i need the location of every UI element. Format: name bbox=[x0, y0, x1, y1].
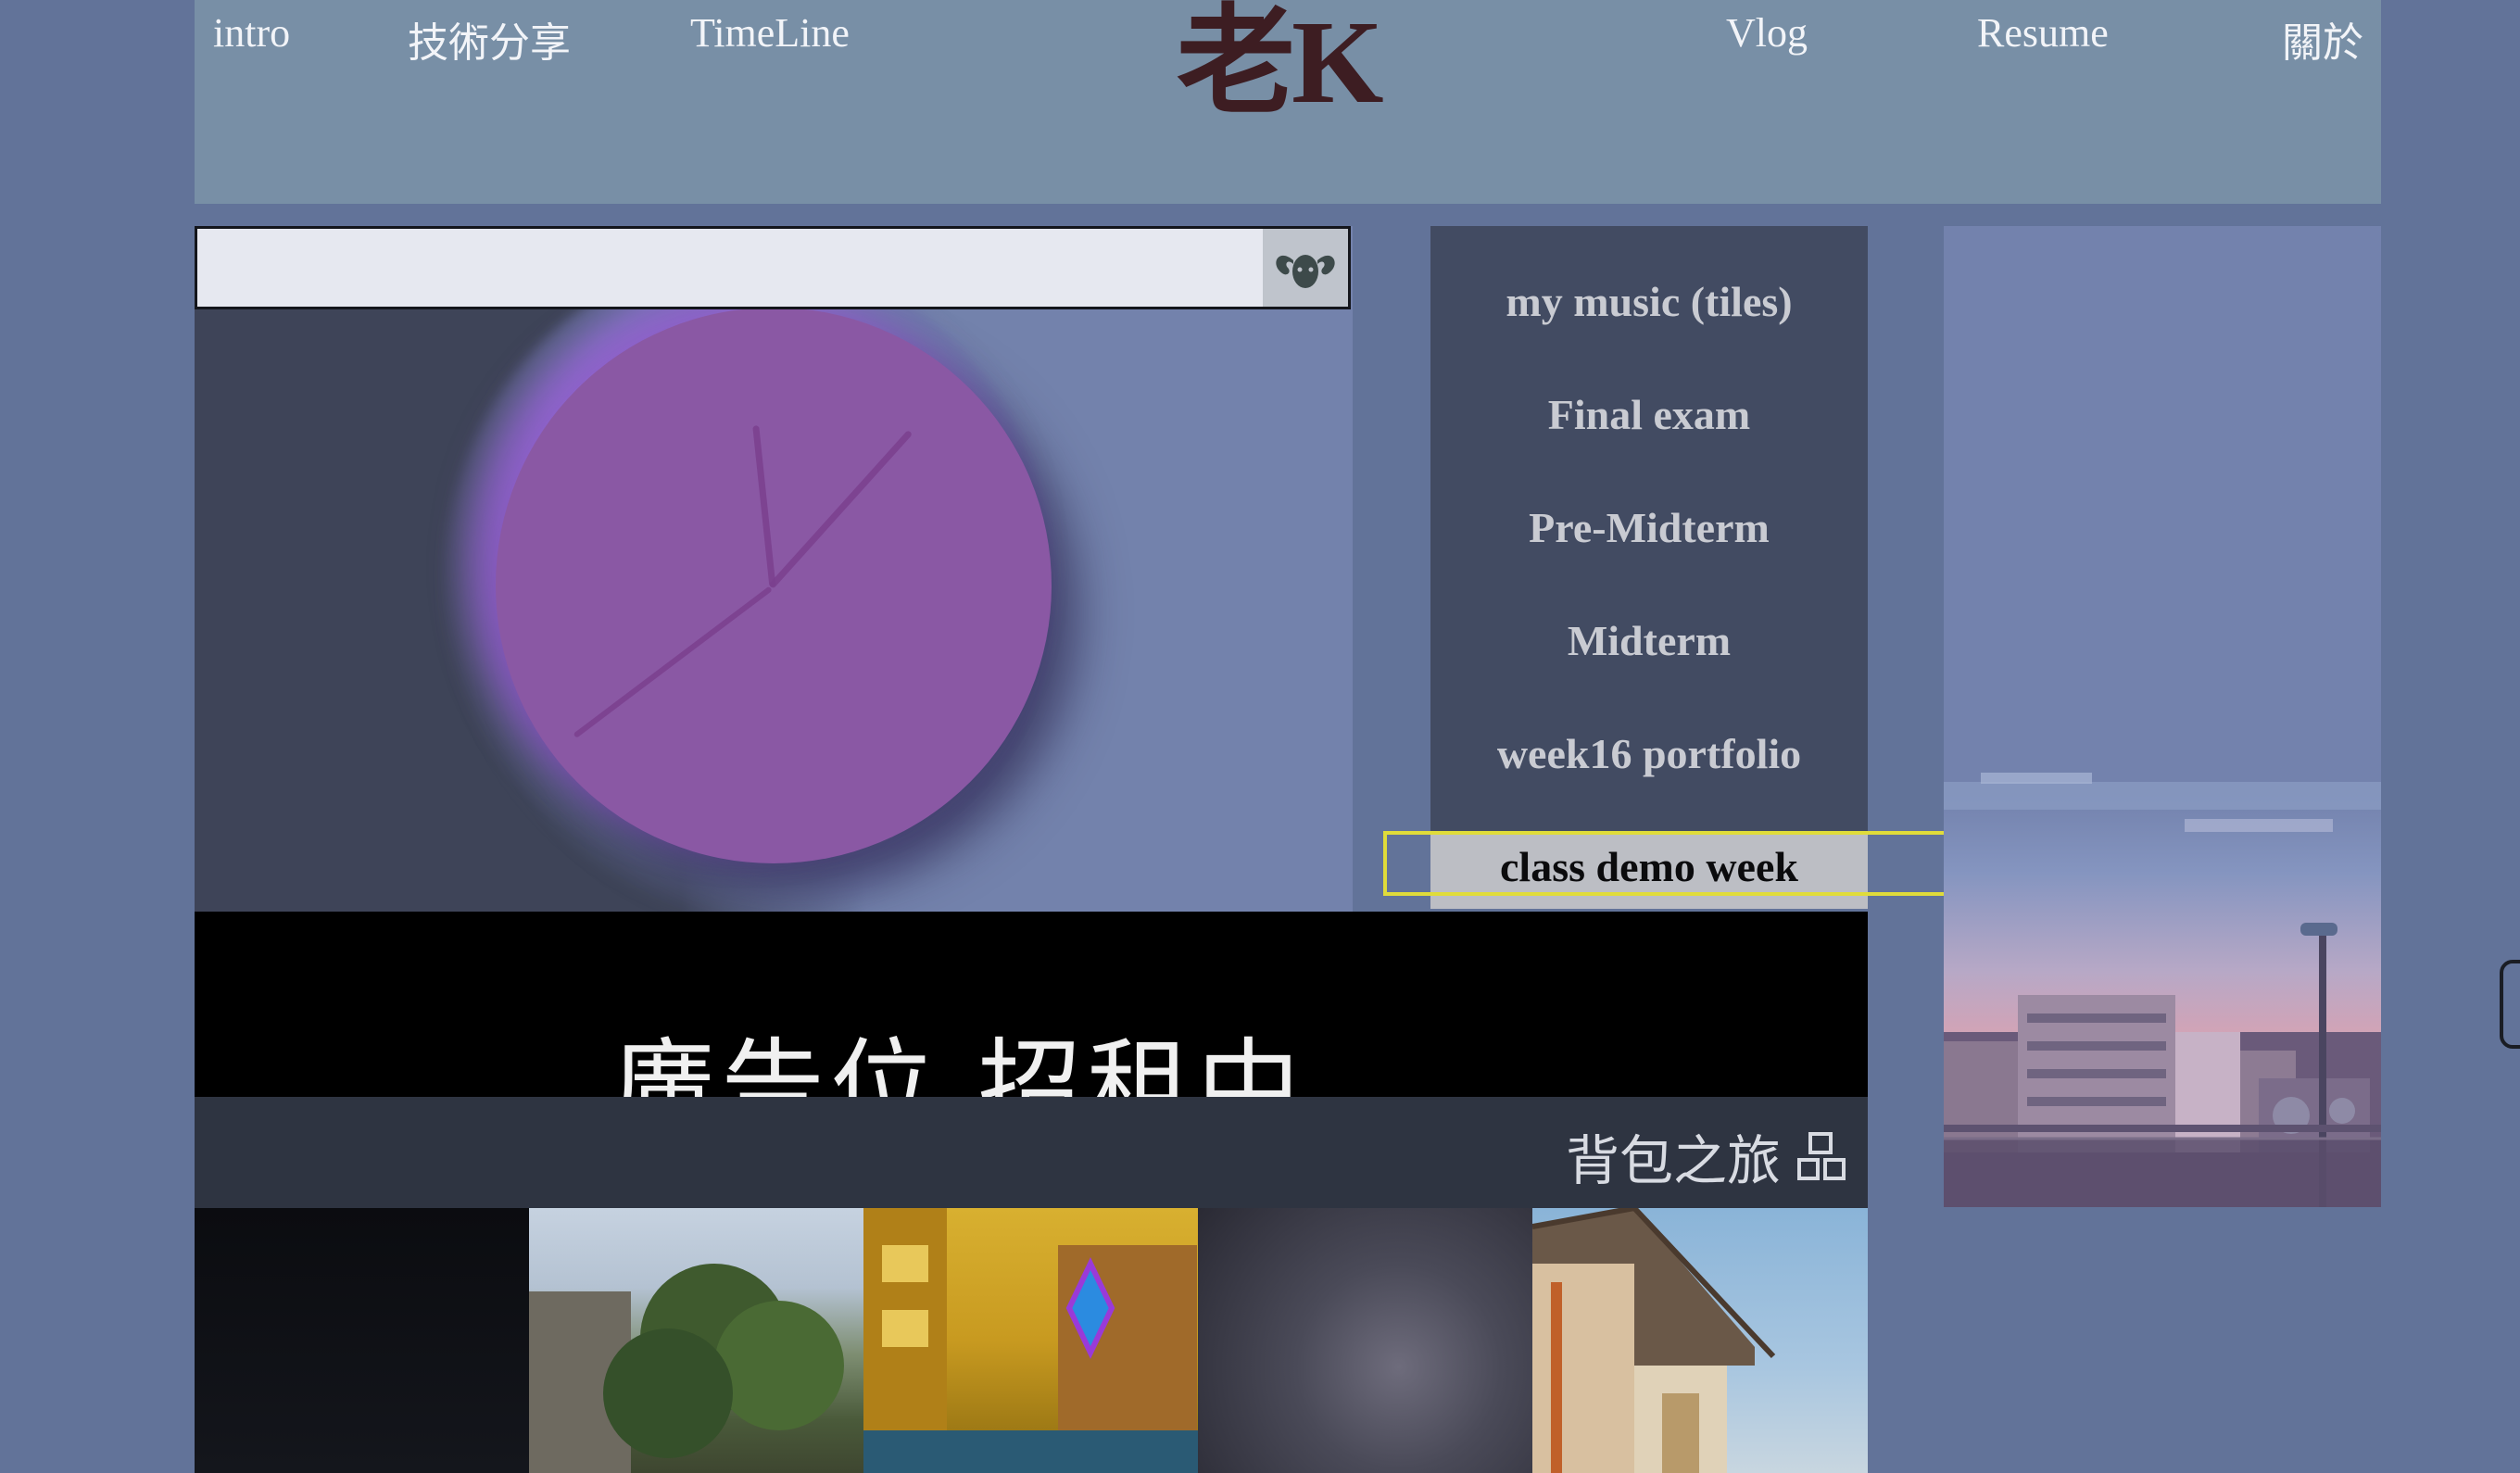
pixel-art-city-image bbox=[1944, 226, 2381, 1207]
search-button[interactable] bbox=[1263, 229, 1348, 307]
nav-vlog[interactable]: Vlog bbox=[1726, 9, 1808, 57]
menu-item-final-exam[interactable]: Final exam bbox=[1430, 390, 1868, 439]
side-menu: my music (tiles) Final exam Pre-Midterm … bbox=[1430, 226, 1868, 909]
backpack-section-header: 背包之旅 bbox=[195, 1097, 1868, 1208]
site-header: intro 技術分享 TimeLine 老K Vlog Resume 關於 bbox=[195, 0, 2381, 204]
travel-photo-blur[interactable] bbox=[1198, 1208, 1532, 1473]
site-logo[interactable]: 老K bbox=[1177, 0, 1384, 136]
nav-intro[interactable]: intro bbox=[213, 9, 290, 57]
menu-item-my-music[interactable]: my music (tiles) bbox=[1430, 277, 1868, 326]
tree-illustration bbox=[529, 1264, 844, 1473]
travel-photo-neon[interactable] bbox=[863, 1208, 1198, 1473]
clock-panel bbox=[195, 226, 1353, 912]
ad-banner-text: 廣告位 招租中 bbox=[611, 1028, 1306, 1097]
nav-timeline[interactable]: TimeLine bbox=[690, 9, 850, 57]
city-illustration bbox=[1944, 773, 2381, 1207]
menu-item-midterm[interactable]: Midterm bbox=[1430, 616, 1868, 665]
ram-icon bbox=[1276, 255, 1335, 288]
nav-tech-share[interactable]: 技術分享 bbox=[408, 9, 571, 69]
nav-resume[interactable]: Resume bbox=[1977, 9, 2109, 57]
focus-outline bbox=[1383, 831, 1959, 896]
search-input[interactable] bbox=[195, 226, 1351, 309]
ad-banner[interactable]: 廣告位 招租中 bbox=[195, 912, 1868, 1097]
house-illustration bbox=[1532, 1208, 1776, 1473]
travel-photo-house[interactable] bbox=[1532, 1208, 1868, 1473]
travel-photo-tree[interactable] bbox=[529, 1208, 863, 1473]
neon-illustration bbox=[863, 1208, 1198, 1473]
backpack-title: 背包之旅 bbox=[1565, 1129, 1781, 1192]
menu-item-week16-portfolio[interactable]: week16 portfolio bbox=[1430, 729, 1868, 778]
travel-photo-night[interactable] bbox=[195, 1208, 529, 1473]
side-drawer-handle[interactable] bbox=[2500, 960, 2520, 1049]
menu-item-pre-midterm[interactable]: Pre-Midterm bbox=[1430, 503, 1868, 552]
grid-icon[interactable] bbox=[1797, 1132, 1846, 1180]
nav-about[interactable]: 關於 bbox=[2282, 9, 2363, 69]
